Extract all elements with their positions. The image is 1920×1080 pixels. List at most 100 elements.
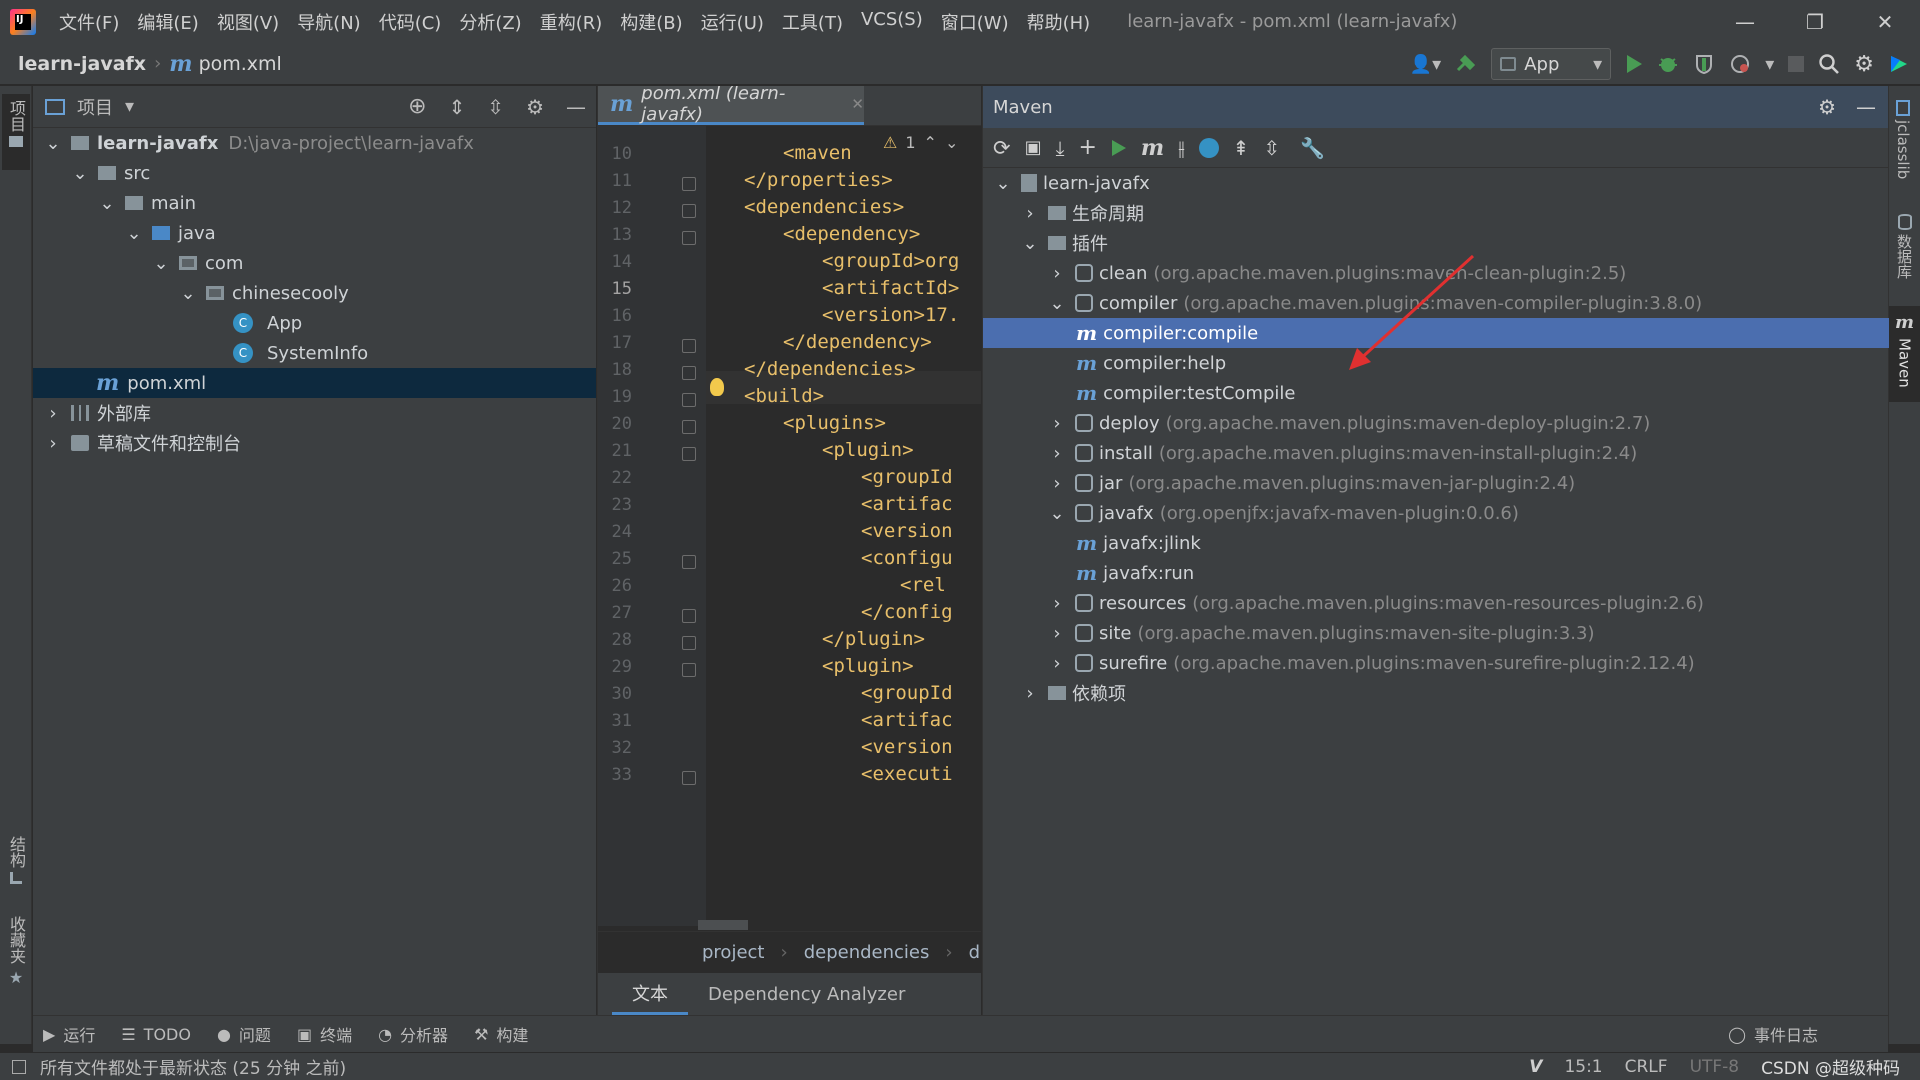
maven-tree-item[interactable]: › jar (org.apache.maven.plugins:maven-jar-… [983, 468, 1889, 498]
tree-item-scratches[interactable]: › 草稿文件和控制台 [33, 428, 596, 458]
inspection-widget[interactable]: ⚠ 1 ⌃ ⌄ [883, 133, 959, 152]
user-account-icon[interactable]: 👤▾ [1410, 54, 1441, 75]
menu-edit[interactable]: 编辑(E) [128, 9, 207, 35]
chevron-right-icon[interactable]: › [1022, 683, 1038, 704]
chevron-down-icon[interactable]: ⌄ [1049, 503, 1065, 524]
view-dropdown-chevron-icon[interactable]: ▾ [125, 96, 134, 117]
coverage-shield-icon[interactable] [1693, 53, 1715, 75]
tree-item-pom-xml[interactable]: m pom.xml [33, 368, 596, 398]
tree-item-systeminfo[interactable]: C SystemInfo [33, 338, 596, 368]
menu-file[interactable]: 文件(F) [50, 9, 128, 35]
fold-marker-icon[interactable] [682, 393, 696, 407]
build-tool-button[interactable]: ⚒ 构建 [474, 1022, 528, 1046]
tree-item-java[interactable]: ⌄ java [33, 218, 596, 248]
chevron-down-icon[interactable]: ⌄ [99, 193, 115, 214]
tab-text[interactable]: 文本 [612, 973, 688, 1015]
debug-bug-icon[interactable] [1657, 53, 1679, 75]
maven-tree-item[interactable]: › resources (org.apache.maven.plugins:mave… [983, 588, 1889, 618]
jclasslib-tool-button[interactable]: jclasslib [1894, 100, 1912, 179]
line-separator[interactable]: CRLF [1625, 1057, 1668, 1077]
maven-tree-item[interactable]: › surefire (org.apache.maven.plugins:maven… [983, 648, 1889, 678]
chevron-right-icon[interactable]: › [1022, 203, 1038, 224]
collapse-all-icon[interactable]: ⇳ [1263, 136, 1280, 160]
menu-build[interactable]: 构建(B) [611, 9, 691, 35]
panel-settings-gear-icon[interactable]: ⚙ [526, 95, 544, 119]
settings-gear-icon[interactable]: ⚙ [1854, 52, 1874, 77]
menu-code[interactable]: 代码(C) [370, 9, 451, 35]
menu-view[interactable]: 视图(V) [208, 9, 288, 35]
structure-tool-button[interactable]: 结构 [4, 836, 28, 884]
reload-icon[interactable]: ⟳ [993, 136, 1011, 160]
close-window-button[interactable]: ✕ [1850, 0, 1920, 43]
profiler-icon[interactable] [1729, 53, 1751, 75]
event-log-button[interactable]: ◯ 事件日志 [1728, 1022, 1818, 1046]
chevron-down-icon[interactable]: ⌄ [153, 253, 169, 274]
status-message[interactable]: 所有文件都处于最新状态 (25 分钟 之前) [40, 1054, 346, 1079]
build-hammer-icon[interactable] [1455, 53, 1477, 75]
chevron-down-icon[interactable]: ⌄ [995, 173, 1011, 194]
chevron-right-icon[interactable]: › [1049, 473, 1065, 494]
chevron-right-icon[interactable]: › [1049, 443, 1065, 464]
hide-panel-icon[interactable]: — [1856, 95, 1876, 119]
show-dependencies-icon[interactable]: ⇞ [1233, 136, 1250, 160]
maven-tree-item[interactable]: m javafx:run [983, 558, 1889, 588]
vim-icon[interactable]: V [1529, 1057, 1542, 1077]
breadcrumb-item[interactable]: dependencies [804, 942, 930, 963]
stop-icon[interactable] [1788, 56, 1805, 72]
file-encoding[interactable]: UTF-8 [1690, 1057, 1740, 1077]
menu-run[interactable]: 运行(U) [692, 9, 773, 35]
fold-marker-icon[interactable] [682, 204, 696, 218]
tree-item-chinesecooly[interactable]: ⌄ chinesecooly [33, 278, 596, 308]
fold-marker-icon[interactable] [682, 663, 696, 677]
chevron-right-icon[interactable]: › [1049, 593, 1065, 614]
run-maven-build-icon[interactable] [1111, 139, 1127, 157]
tree-item-src[interactable]: ⌄ src [33, 158, 596, 188]
maven-settings-gear-icon[interactable]: ⚙ [1818, 95, 1836, 119]
collapse-all-icon[interactable]: ⇳ [487, 95, 504, 119]
tab-pom-xml[interactable]: m pom.xml (learn-javafx) ✕ [598, 86, 864, 125]
menu-help[interactable]: 帮助(H) [1018, 9, 1100, 35]
expand-all-icon[interactable]: ⇕ [449, 95, 466, 119]
horizontal-scrollbar[interactable] [698, 920, 748, 930]
database-tool-button[interactable]: 数据库 [1894, 214, 1915, 279]
maven-tree-item[interactable]: ⌄ javafx (org.openjfx:javafx-maven-plugin:… [983, 498, 1889, 528]
menu-navigate[interactable]: 导航(N) [288, 9, 370, 35]
chevron-right-icon[interactable]: › [1049, 413, 1065, 434]
fold-marker-icon[interactable] [682, 609, 696, 623]
intention-bulb-icon[interactable] [710, 378, 724, 396]
maven-tree-item[interactable]: › deploy (org.apache.maven.plugins:maven-d… [983, 408, 1889, 438]
chevron-down-icon[interactable]: ⌄ [180, 283, 196, 304]
hide-panel-icon[interactable]: — [566, 95, 586, 119]
maven-tree-item[interactable]: ⌄ learn-javafx [983, 168, 1889, 198]
add-maven-project-icon[interactable]: + [1078, 135, 1096, 160]
locate-file-icon[interactable]: ⊕ [408, 94, 426, 119]
jetbrains-toolbox-icon[interactable] [1888, 53, 1910, 75]
execute-maven-goal-icon[interactable]: m [1141, 137, 1164, 159]
tab-dependency-analyzer[interactable]: Dependency Analyzer [688, 973, 925, 1015]
maven-tree-item[interactable]: m javafx:jlink [983, 528, 1889, 558]
fold-marker-icon[interactable] [682, 339, 696, 353]
todo-tool-button[interactable]: ☰ TODO [121, 1025, 191, 1044]
chevron-right-icon[interactable]: › [1049, 623, 1065, 644]
chevron-right-icon[interactable]: › [45, 403, 61, 424]
fold-marker-icon[interactable] [682, 420, 696, 434]
previous-highlight-icon[interactable]: ⌃ [924, 133, 937, 152]
tree-item-app[interactable]: C App [33, 308, 596, 338]
tree-item-main[interactable]: ⌄ main [33, 188, 596, 218]
chevron-right-icon[interactable]: › [45, 433, 61, 454]
tree-item-com[interactable]: ⌄ com [33, 248, 596, 278]
chevron-right-icon[interactable]: › [1049, 263, 1065, 284]
fold-marker-icon[interactable] [682, 231, 696, 245]
fold-marker-icon[interactable] [682, 771, 696, 785]
maven-tree-item[interactable]: m compiler:testCompile [983, 378, 1889, 408]
menu-tools[interactable]: 工具(T) [773, 9, 852, 35]
tree-item-external-libraries[interactable]: › 外部库 [33, 398, 596, 428]
menu-window[interactable]: 窗口(W) [932, 9, 1018, 35]
maven-settings-wrench-icon[interactable]: 🔧 [1300, 136, 1325, 160]
status-square-icon[interactable] [12, 1059, 26, 1074]
menu-refactor[interactable]: 重构(R) [531, 9, 612, 35]
restore-button[interactable]: ❐ [1780, 0, 1850, 43]
maven-tool-button[interactable]: m Maven [1889, 306, 1920, 402]
more-run-options-chevron-icon[interactable]: ▾ [1765, 54, 1774, 75]
problems-tool-button[interactable]: ● 问题 [217, 1022, 271, 1046]
